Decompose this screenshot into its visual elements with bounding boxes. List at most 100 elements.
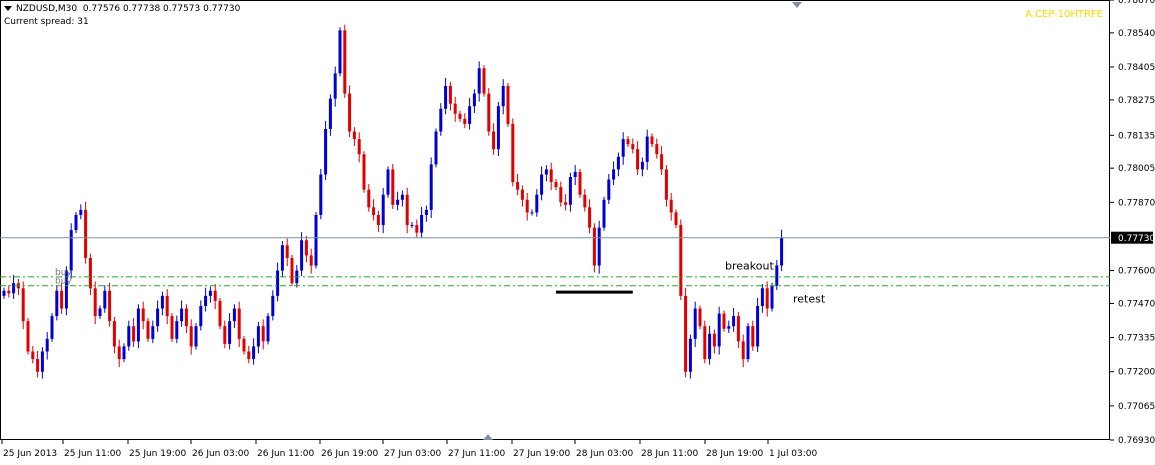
candle-body — [309, 255, 313, 266]
candle-body — [132, 326, 136, 342]
candle-body — [434, 131, 438, 165]
candle-body — [540, 174, 544, 195]
candle — [367, 184, 371, 212]
candle — [568, 172, 572, 212]
candle-body — [266, 316, 270, 342]
candle — [189, 319, 193, 355]
candle — [12, 275, 16, 299]
candle — [626, 136, 630, 148]
candle — [664, 165, 668, 207]
candle — [530, 209, 534, 216]
candle-body — [645, 136, 649, 162]
candle-body — [247, 351, 251, 360]
candle-body — [669, 199, 673, 213]
candle-body — [564, 202, 568, 205]
candle-body — [103, 290, 107, 309]
candle — [324, 120, 328, 181]
y-tick-label: 0.77600 — [1118, 267, 1155, 277]
candle — [578, 168, 582, 198]
candle-body — [232, 308, 236, 322]
y-tick-label: 0.76930 — [1118, 436, 1155, 446]
candle — [415, 219, 419, 237]
candle-body — [698, 308, 702, 327]
spread-label: Current spread: 31 — [4, 17, 89, 27]
candle-body — [276, 270, 280, 296]
candle — [103, 285, 107, 313]
candle — [616, 152, 620, 177]
candle — [501, 79, 505, 115]
candle — [487, 88, 491, 136]
candle-body — [621, 139, 625, 157]
y-tick-label: 0.78005 — [1118, 164, 1155, 174]
candle-body — [751, 326, 755, 347]
candle-body — [386, 169, 390, 195]
candle-body — [256, 326, 260, 347]
retest-annotation: retest — [793, 292, 826, 305]
candle — [468, 98, 472, 130]
candle-body — [458, 113, 462, 119]
candle-body — [122, 346, 126, 360]
candle — [55, 285, 59, 321]
candle — [45, 332, 49, 360]
ohlc-values: 0.77576 0.77738 0.77573 0.77730 — [82, 4, 241, 14]
candle — [698, 305, 702, 330]
candle-body — [141, 308, 145, 322]
candle — [204, 287, 208, 312]
candle-body — [679, 225, 683, 296]
candle-body — [717, 313, 721, 347]
candle-body — [400, 194, 404, 200]
candle-body — [328, 98, 332, 129]
candle-body — [559, 187, 563, 203]
y-tick-label: 0.77065 — [1118, 402, 1155, 412]
scroll-marker-icon — [483, 434, 493, 440]
candle-body — [194, 326, 198, 347]
candle — [16, 278, 20, 296]
candle — [506, 82, 510, 127]
candle — [463, 113, 467, 129]
candle-body — [640, 161, 644, 170]
candle-body — [636, 149, 640, 170]
candle — [400, 190, 404, 207]
candle — [31, 345, 35, 364]
candle — [607, 173, 611, 205]
candle-body — [117, 346, 121, 360]
candle — [650, 133, 654, 148]
candle — [266, 313, 270, 345]
candle — [458, 110, 462, 122]
candle — [544, 165, 548, 182]
candle-body — [252, 346, 256, 360]
symbol-header: NZDUSD,M30 0.77576 0.77738 0.77573 0.777… — [4, 4, 240, 14]
candle — [156, 300, 160, 332]
candle-body — [554, 182, 558, 188]
candle-body — [45, 338, 49, 352]
candle-body — [208, 290, 212, 296]
candle-body — [372, 207, 376, 215]
candle-body — [362, 154, 366, 190]
candle — [496, 101, 500, 157]
candle — [261, 319, 265, 350]
candle-body — [26, 321, 30, 352]
candle — [386, 166, 390, 198]
candle — [482, 65, 486, 97]
candle-body — [84, 209, 88, 258]
candle-body — [674, 212, 678, 226]
candle-body — [136, 308, 140, 342]
candle — [136, 304, 140, 349]
candle — [573, 165, 577, 186]
collapse-triangle-icon[interactable] — [4, 6, 12, 11]
candle — [631, 138, 635, 154]
candle — [127, 320, 131, 351]
y-tick-label: 0.78670 — [1118, 0, 1155, 6]
candle — [583, 189, 587, 212]
candle-body — [578, 171, 582, 195]
candle-body — [333, 73, 337, 99]
candle-body — [300, 240, 304, 271]
candle-body — [357, 139, 361, 155]
candle — [165, 289, 169, 325]
price-chart[interactable]: buybuybreakoutretest0.786700.785400.7840… — [0, 0, 1155, 465]
candle — [448, 81, 452, 111]
candle-body — [439, 108, 443, 132]
candle-body — [655, 144, 659, 155]
y-tick-label: 0.77335 — [1118, 334, 1155, 344]
candle — [242, 335, 246, 355]
